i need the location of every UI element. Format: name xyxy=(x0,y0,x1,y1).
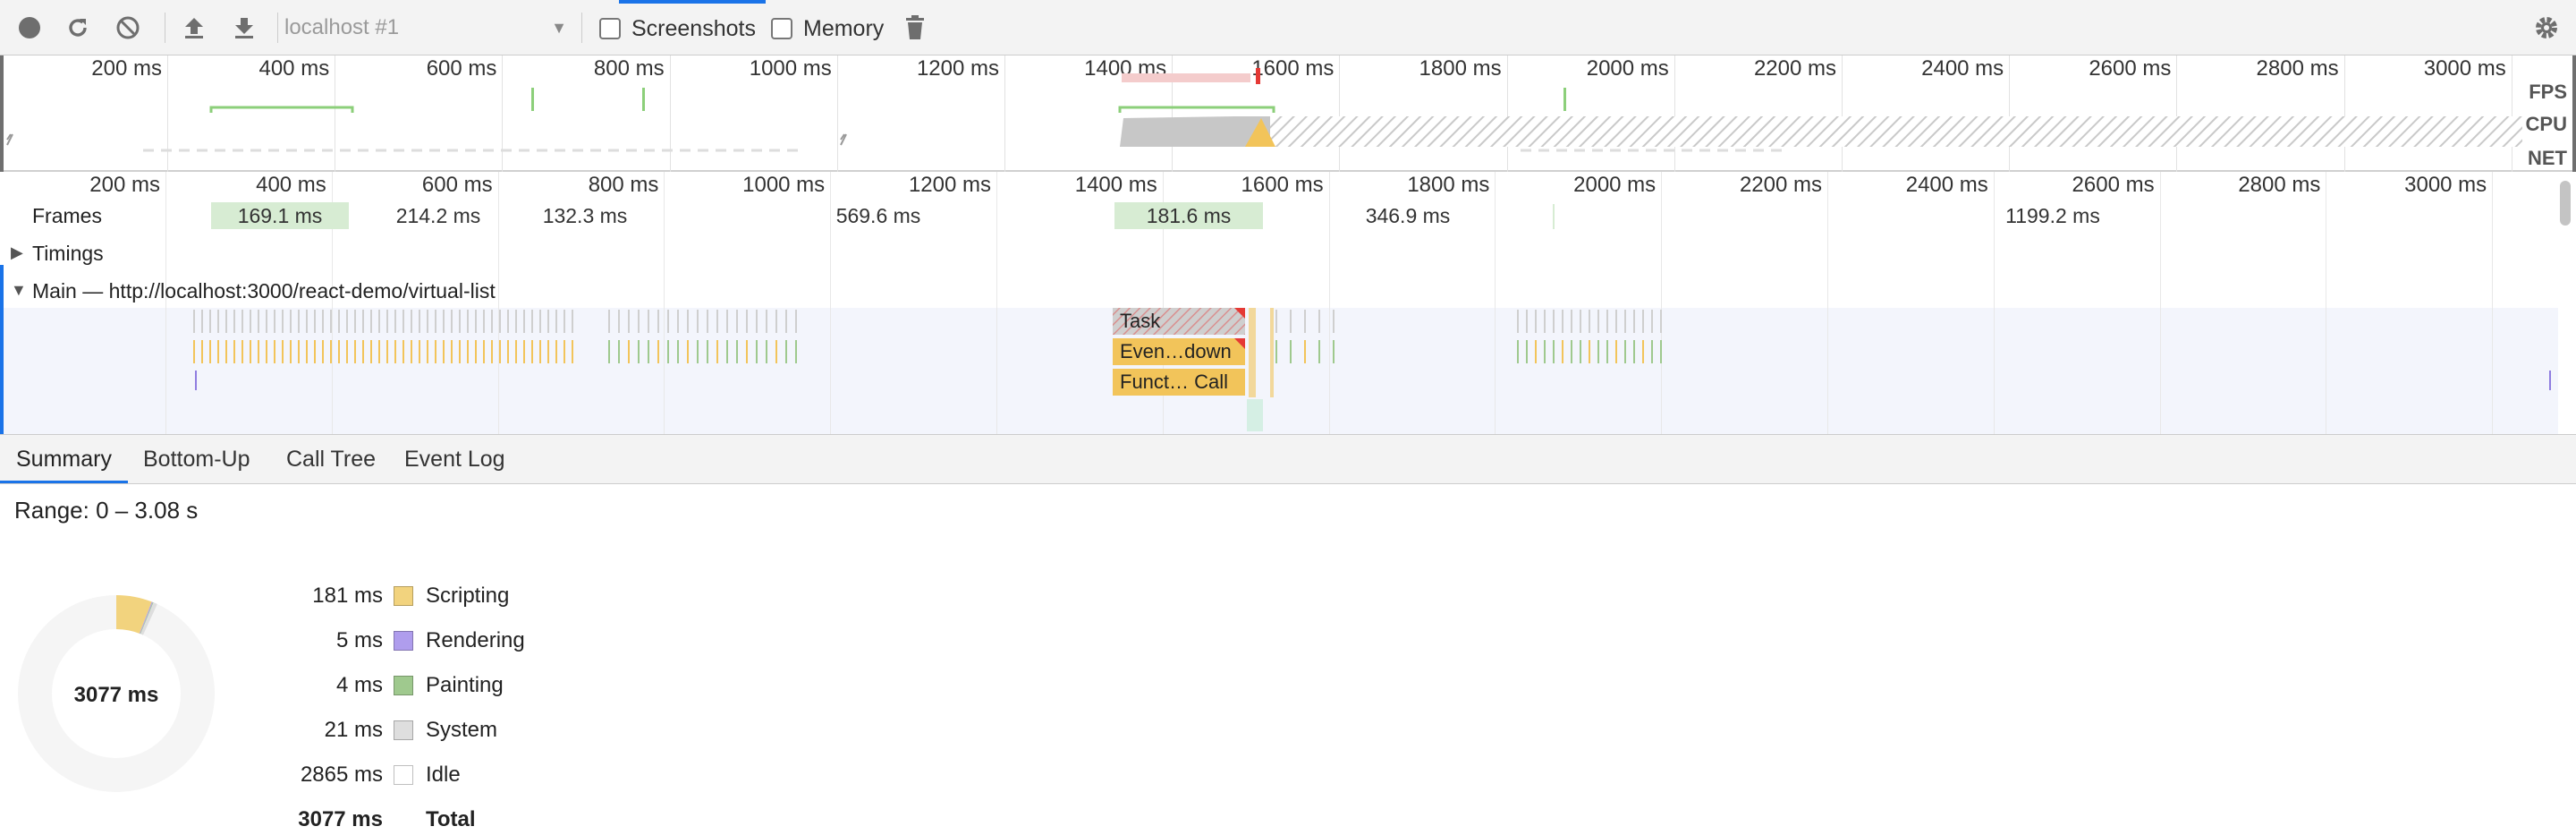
legend-value: 21 ms xyxy=(324,718,383,742)
summary-panel: Range: 0 – 3.08 s 3077 ms 181 ms Scriptin… xyxy=(0,484,2576,831)
record-icon xyxy=(19,17,40,38)
legend-swatch xyxy=(394,765,413,785)
legend-value: 4 ms xyxy=(335,673,383,697)
cpu-track-label: CPU xyxy=(2525,113,2567,135)
fps-red-tick xyxy=(1256,68,1260,84)
flame-marks xyxy=(193,308,2551,431)
summary-donut-chart: 3077 ms xyxy=(18,595,215,792)
profile-select[interactable]: localhost #1 ▼ xyxy=(284,11,572,45)
legend-row-painting: 4 ms Painting xyxy=(250,670,504,701)
legend-value: 5 ms xyxy=(335,628,383,652)
legend-row-rendering: 5 ms Rendering xyxy=(250,626,525,656)
clear-icon xyxy=(116,16,140,39)
reload-record-button[interactable] xyxy=(63,13,93,43)
trash-icon xyxy=(906,15,924,39)
event-keydown-block[interactable]: Even…down xyxy=(1113,338,1238,365)
overview-right-handle[interactable] xyxy=(2572,55,2576,172)
upload-icon xyxy=(185,18,203,38)
dropdown-arrow-icon: ▼ xyxy=(551,19,567,37)
legend-row-scripting: 181 ms Scripting xyxy=(250,581,509,611)
memory-checkbox-box[interactable] xyxy=(771,18,792,39)
settings-button[interactable] xyxy=(2531,13,2562,43)
active-tab-indicator xyxy=(619,0,766,4)
cpu-system-area xyxy=(1120,116,1270,147)
record-button[interactable] xyxy=(14,13,45,43)
net-track-label: NET xyxy=(2528,147,2567,169)
fps-track-label: FPS xyxy=(2529,81,2567,103)
save-profile-button[interactable] xyxy=(229,13,259,43)
gear-icon xyxy=(2536,17,2557,38)
donut-total-label: 3077 ms xyxy=(74,683,159,707)
fps-line-1 xyxy=(209,106,354,113)
clear-button[interactable] xyxy=(113,13,143,43)
tab-call-tree[interactable]: Call Tree xyxy=(270,435,392,483)
legend-name: Idle xyxy=(426,763,461,787)
legend-value: 181 ms xyxy=(312,584,383,608)
fps-red-marker xyxy=(1122,73,1250,82)
cpu-hatched-region xyxy=(1268,116,2522,147)
legend-name: System xyxy=(426,718,498,742)
screenshots-checkbox-box[interactable] xyxy=(599,18,621,39)
download-icon xyxy=(235,18,253,38)
details-tabs: Summary Bottom-Up Call Tree Event Log xyxy=(0,434,2576,484)
legend-name: Scripting xyxy=(426,584,510,608)
garbage-collect-button[interactable] xyxy=(900,13,930,43)
memory-label: Memory xyxy=(803,15,885,41)
legend-value: 2865 ms xyxy=(300,763,383,787)
legend-name: Painting xyxy=(426,673,504,697)
legend-row-total: 3077 ms Total xyxy=(250,805,475,835)
legend-swatch xyxy=(394,720,413,740)
tab-event-log[interactable]: Event Log xyxy=(388,435,521,483)
flame-chart[interactable]: 200 ms 400 ms 600 ms 800 ms 1000 ms 1200 ms 14… xyxy=(0,172,2576,434)
reload-icon xyxy=(69,19,87,37)
legend-name: Rendering xyxy=(426,628,525,652)
load-profile-button[interactable] xyxy=(179,13,209,43)
timeline-overview[interactable]: 200 ms 400 ms 600 ms 800 ms 1000 ms 1200 ms 14… xyxy=(0,55,2576,172)
legend-swatch xyxy=(394,586,413,606)
task-block[interactable]: Task xyxy=(1113,308,1238,335)
legend-swatch xyxy=(394,631,413,651)
screenshots-checkbox[interactable]: Screenshots xyxy=(599,15,756,42)
legend-swatch xyxy=(394,676,413,695)
overview-graph xyxy=(6,68,2522,152)
function-call-block[interactable]: Funct… Call xyxy=(1113,369,1238,396)
tab-bottom-up[interactable]: Bottom-Up xyxy=(127,435,266,483)
range-label: Range: 0 – 3.08 s xyxy=(14,497,199,524)
vertical-scrollbar[interactable] xyxy=(2560,181,2571,226)
toolbar: localhost #1 ▼ Screenshots Memory xyxy=(0,0,2576,55)
tab-summary[interactable]: Summary xyxy=(0,435,128,483)
legend-row-system: 21 ms System xyxy=(250,715,497,746)
profile-select-value: localhost #1 xyxy=(284,15,400,39)
legend-row-idle: 2865 ms Idle xyxy=(250,760,461,790)
overview-left-handle[interactable] xyxy=(0,55,4,172)
memory-checkbox[interactable]: Memory xyxy=(771,15,884,42)
screenshots-label: Screenshots xyxy=(631,15,756,41)
